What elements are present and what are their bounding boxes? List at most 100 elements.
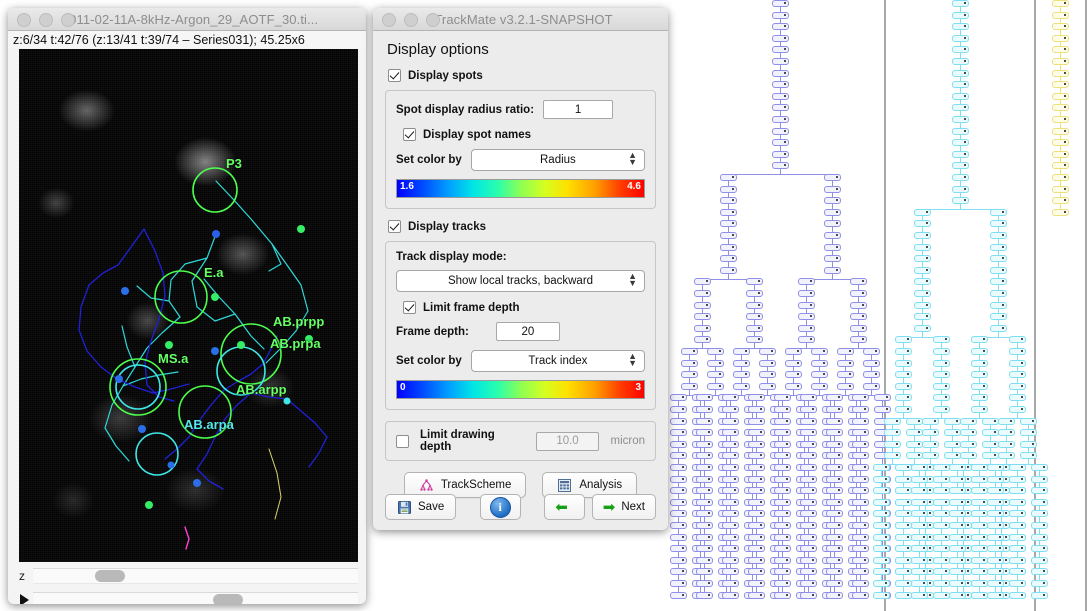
lineage-node[interactable]: [851, 464, 869, 471]
lineage-node[interactable]: [721, 429, 739, 437]
lineage-node[interactable]: [951, 104, 969, 112]
lineage-node[interactable]: [932, 487, 950, 495]
lineage-node[interactable]: [872, 591, 890, 599]
lineage-node[interactable]: [989, 243, 1007, 251]
lineage-node[interactable]: [721, 464, 739, 471]
lineage-node[interactable]: [758, 359, 776, 367]
lineage-node[interactable]: [799, 510, 817, 518]
lineage-node[interactable]: [986, 580, 1004, 587]
info-button[interactable]: i: [479, 494, 521, 520]
lineage-node[interactable]: [872, 568, 890, 576]
lineage-node[interactable]: [851, 475, 869, 483]
lineage-node[interactable]: [747, 464, 765, 471]
lineage-node[interactable]: [773, 394, 791, 402]
lineage-node[interactable]: [1008, 568, 1026, 576]
lineage-node[interactable]: [1051, 162, 1069, 170]
lineage-node[interactable]: [758, 371, 776, 379]
lineage-node[interactable]: [823, 174, 841, 181]
lineage-node[interactable]: [894, 475, 912, 483]
lineage-node[interactable]: [932, 545, 950, 553]
lineage-node[interactable]: [943, 440, 961, 448]
trackmate-titlebar[interactable]: TrackMate v3.2.1-SNAPSHOT: [373, 8, 668, 31]
lineage-node[interactable]: [872, 498, 890, 506]
lineage-node[interactable]: [1008, 545, 1026, 553]
lineage-node[interactable]: [932, 591, 950, 599]
lineage-node[interactable]: [695, 429, 713, 437]
lineage-node[interactable]: [797, 301, 815, 309]
lineage-node[interactable]: [773, 556, 791, 564]
lineage-node[interactable]: [932, 359, 950, 367]
lineage-node[interactable]: [1008, 406, 1026, 413]
lineage-node[interactable]: [981, 417, 999, 425]
lineage-node[interactable]: [932, 371, 950, 379]
lineage-node[interactable]: [825, 533, 843, 541]
lineage-node[interactable]: [799, 394, 817, 402]
lineage-node[interactable]: [773, 498, 791, 506]
lineage-node[interactable]: [825, 417, 843, 425]
lineage-node[interactable]: [799, 452, 817, 460]
lineage-node[interactable]: [910, 556, 928, 564]
lineage-node[interactable]: [695, 580, 713, 587]
lineage-node[interactable]: [836, 348, 854, 355]
lineage-node[interactable]: [771, 127, 789, 135]
lineage-node[interactable]: [910, 510, 928, 518]
lineage-node[interactable]: [773, 406, 791, 413]
lineage-node[interactable]: [862, 359, 880, 367]
lineage-node[interactable]: [1051, 92, 1069, 100]
lineage-node[interactable]: [894, 394, 912, 402]
lineage-node[interactable]: [825, 475, 843, 483]
lineage-node[interactable]: [986, 545, 1004, 553]
lineage-node[interactable]: [989, 290, 1007, 297]
lineage-node[interactable]: [825, 580, 843, 587]
lineage-node[interactable]: [771, 11, 789, 19]
lineage-node[interactable]: [693, 301, 711, 309]
lineage-node[interactable]: [997, 417, 1015, 425]
lineage-node[interactable]: [695, 498, 713, 506]
lineage-node[interactable]: [669, 545, 687, 553]
lineage-node[interactable]: [951, 127, 969, 135]
lineage-node[interactable]: [951, 23, 969, 31]
lineage-node[interactable]: [695, 394, 713, 402]
lineage-node[interactable]: [1008, 348, 1026, 355]
t-slider-knob[interactable]: [213, 594, 243, 604]
lineage-node[interactable]: [951, 46, 969, 54]
lineage-node[interactable]: [1051, 208, 1069, 216]
lineage-node[interactable]: [970, 545, 988, 553]
z-slider-track[interactable]: [33, 568, 358, 584]
lineage-node[interactable]: [1051, 58, 1069, 65]
lineage-node[interactable]: [799, 522, 817, 529]
checkbox-box[interactable]: [388, 220, 401, 233]
checkbox-box[interactable]: [403, 128, 416, 141]
frame-depth-input[interactable]: 20: [495, 322, 560, 341]
lineage-node[interactable]: [1051, 185, 1069, 193]
lineage-node[interactable]: [695, 568, 713, 576]
lineage-node[interactable]: [921, 452, 939, 460]
lineage-node[interactable]: [680, 359, 698, 367]
lineage-node[interactable]: [799, 545, 817, 553]
lineage-node[interactable]: [745, 278, 763, 286]
lineage-node[interactable]: [905, 429, 923, 437]
lineage-node[interactable]: [1008, 394, 1026, 402]
lineage-node[interactable]: [970, 487, 988, 495]
lineage-node[interactable]: [771, 46, 789, 54]
lineage-node[interactable]: [851, 487, 869, 495]
lineage-node[interactable]: [747, 487, 765, 495]
lineage-node[interactable]: [773, 568, 791, 576]
lineage-node[interactable]: [721, 498, 739, 506]
lineage-node[interactable]: [951, 11, 969, 19]
lineage-node[interactable]: [970, 533, 988, 541]
lineage-node[interactable]: [970, 406, 988, 413]
lineage-node[interactable]: [825, 591, 843, 599]
lineage-node[interactable]: [1051, 127, 1069, 135]
lineage-node[interactable]: [747, 545, 765, 553]
lineage-node[interactable]: [932, 556, 950, 564]
lineage-node[interactable]: [669, 394, 687, 402]
lineage-node[interactable]: [706, 382, 724, 390]
lineage-node[interactable]: [862, 348, 880, 355]
lineage-node[interactable]: [747, 568, 765, 576]
lineage-node[interactable]: [1051, 116, 1069, 123]
lineage-node[interactable]: [695, 487, 713, 495]
lineage-node[interactable]: [948, 591, 966, 599]
checkbox-box[interactable]: [403, 301, 416, 314]
trackmate-window[interactable]: TrackMate v3.2.1-SNAPSHOT Display option…: [373, 8, 668, 530]
